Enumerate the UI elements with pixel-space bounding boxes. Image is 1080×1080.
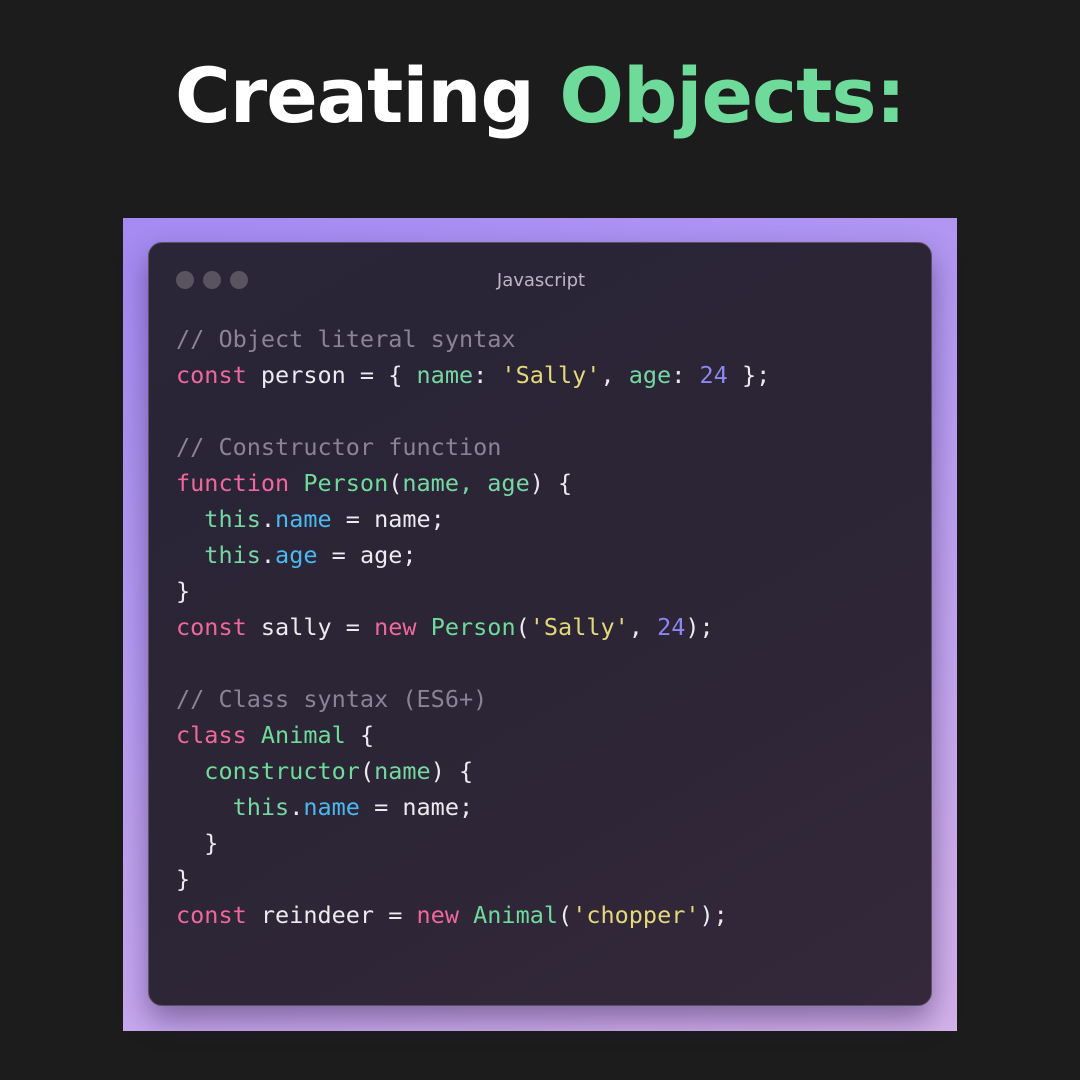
code-token: . xyxy=(289,793,304,821)
language-label: Javascript xyxy=(496,270,586,291)
code-line: const reindeer = new Animal('chopper'); xyxy=(176,897,770,933)
gradient-frame: Javascript // Object literal syntax const… xyxy=(123,218,957,1031)
code-token: this xyxy=(204,541,261,569)
code-token: name, age xyxy=(402,469,530,497)
title-word-creating: Creating xyxy=(174,51,535,140)
code-line: } xyxy=(176,825,770,861)
code-token: , xyxy=(628,613,658,641)
code-line: // Object literal syntax xyxy=(176,321,770,357)
code-line: // Constructor function xyxy=(176,429,770,465)
code-token: new xyxy=(416,901,459,929)
code-token: this xyxy=(204,505,261,533)
code-token: 'Sally' xyxy=(501,361,601,389)
code-token: const xyxy=(176,901,247,929)
code-token: const xyxy=(176,361,247,389)
code-token: Animal xyxy=(260,721,346,749)
code-line: this.name = name; xyxy=(176,501,770,537)
code-token: class xyxy=(176,721,247,749)
code-token: name xyxy=(416,361,474,389)
code-token: : xyxy=(473,361,502,389)
code-token: ) { xyxy=(529,469,573,497)
code-token: = age; xyxy=(317,541,417,569)
code-token: ( xyxy=(558,901,573,929)
code-token: ) { xyxy=(430,757,474,785)
code-line: const sally = new Person('Sally', 24); xyxy=(176,609,770,645)
code-token: this xyxy=(232,793,290,821)
code-line: } xyxy=(176,573,770,609)
code-token: , xyxy=(600,361,629,389)
code-token: } xyxy=(176,865,191,893)
code-line: function Person(name, age) { xyxy=(176,465,770,501)
code-line: // Class syntax (ES6+) xyxy=(176,681,770,717)
code-token: // Constructor function xyxy=(176,433,502,461)
code-token: . xyxy=(260,541,276,569)
code-token: ( xyxy=(515,613,530,641)
page-title: Creating Objects: xyxy=(0,46,1080,146)
code-line: const person = { name: 'Sally', age: 24 … xyxy=(176,357,770,393)
code-token: ); xyxy=(685,613,714,641)
code-token: { xyxy=(345,721,375,749)
code-token: 24 xyxy=(699,361,728,389)
code-token: name xyxy=(303,793,360,821)
code-token: person = { xyxy=(246,361,417,389)
code-token: Person xyxy=(430,613,516,641)
code-token: } xyxy=(176,829,219,857)
code-token: ); xyxy=(699,901,728,929)
code-token: age xyxy=(275,541,318,569)
code-token: // Class syntax (ES6+) xyxy=(176,685,488,713)
code-token: reindeer = xyxy=(246,901,417,929)
code-token: sally = xyxy=(246,613,375,641)
code-token: new xyxy=(374,613,417,641)
code-token: name xyxy=(374,757,431,785)
code-token: constructor xyxy=(204,757,360,785)
code-line: class Animal { xyxy=(176,717,770,753)
code-token: name xyxy=(275,505,332,533)
code-token: = name; xyxy=(331,505,445,533)
code-token: . xyxy=(260,505,276,533)
code-window: Javascript // Object literal syntax const… xyxy=(148,242,932,1006)
code-line: this.name = name; xyxy=(176,789,770,825)
code-token: age xyxy=(628,361,672,389)
title-word-objects: Objects: xyxy=(559,51,906,140)
code-token: ( xyxy=(359,757,375,785)
code-token: Person xyxy=(303,469,389,497)
code-line: this.age = age; xyxy=(176,537,770,573)
code-token: = name; xyxy=(359,793,474,821)
code-token: 'chopper' xyxy=(572,901,700,929)
code-line: } xyxy=(176,861,770,897)
code-block: // Object literal syntax const person = {… xyxy=(176,321,770,933)
code-token: const xyxy=(176,613,247,641)
code-token: Animal xyxy=(473,901,559,929)
code-token: 'Sally' xyxy=(529,613,629,641)
code-token: 24 xyxy=(657,613,686,641)
code-token: function xyxy=(176,469,290,497)
code-token: : xyxy=(671,361,700,389)
code-token: } xyxy=(176,577,191,605)
code-token: ( xyxy=(388,469,403,497)
code-line: constructor(name) { xyxy=(176,753,770,789)
code-token: }; xyxy=(727,361,771,389)
code-token: // Object literal syntax xyxy=(176,325,516,353)
